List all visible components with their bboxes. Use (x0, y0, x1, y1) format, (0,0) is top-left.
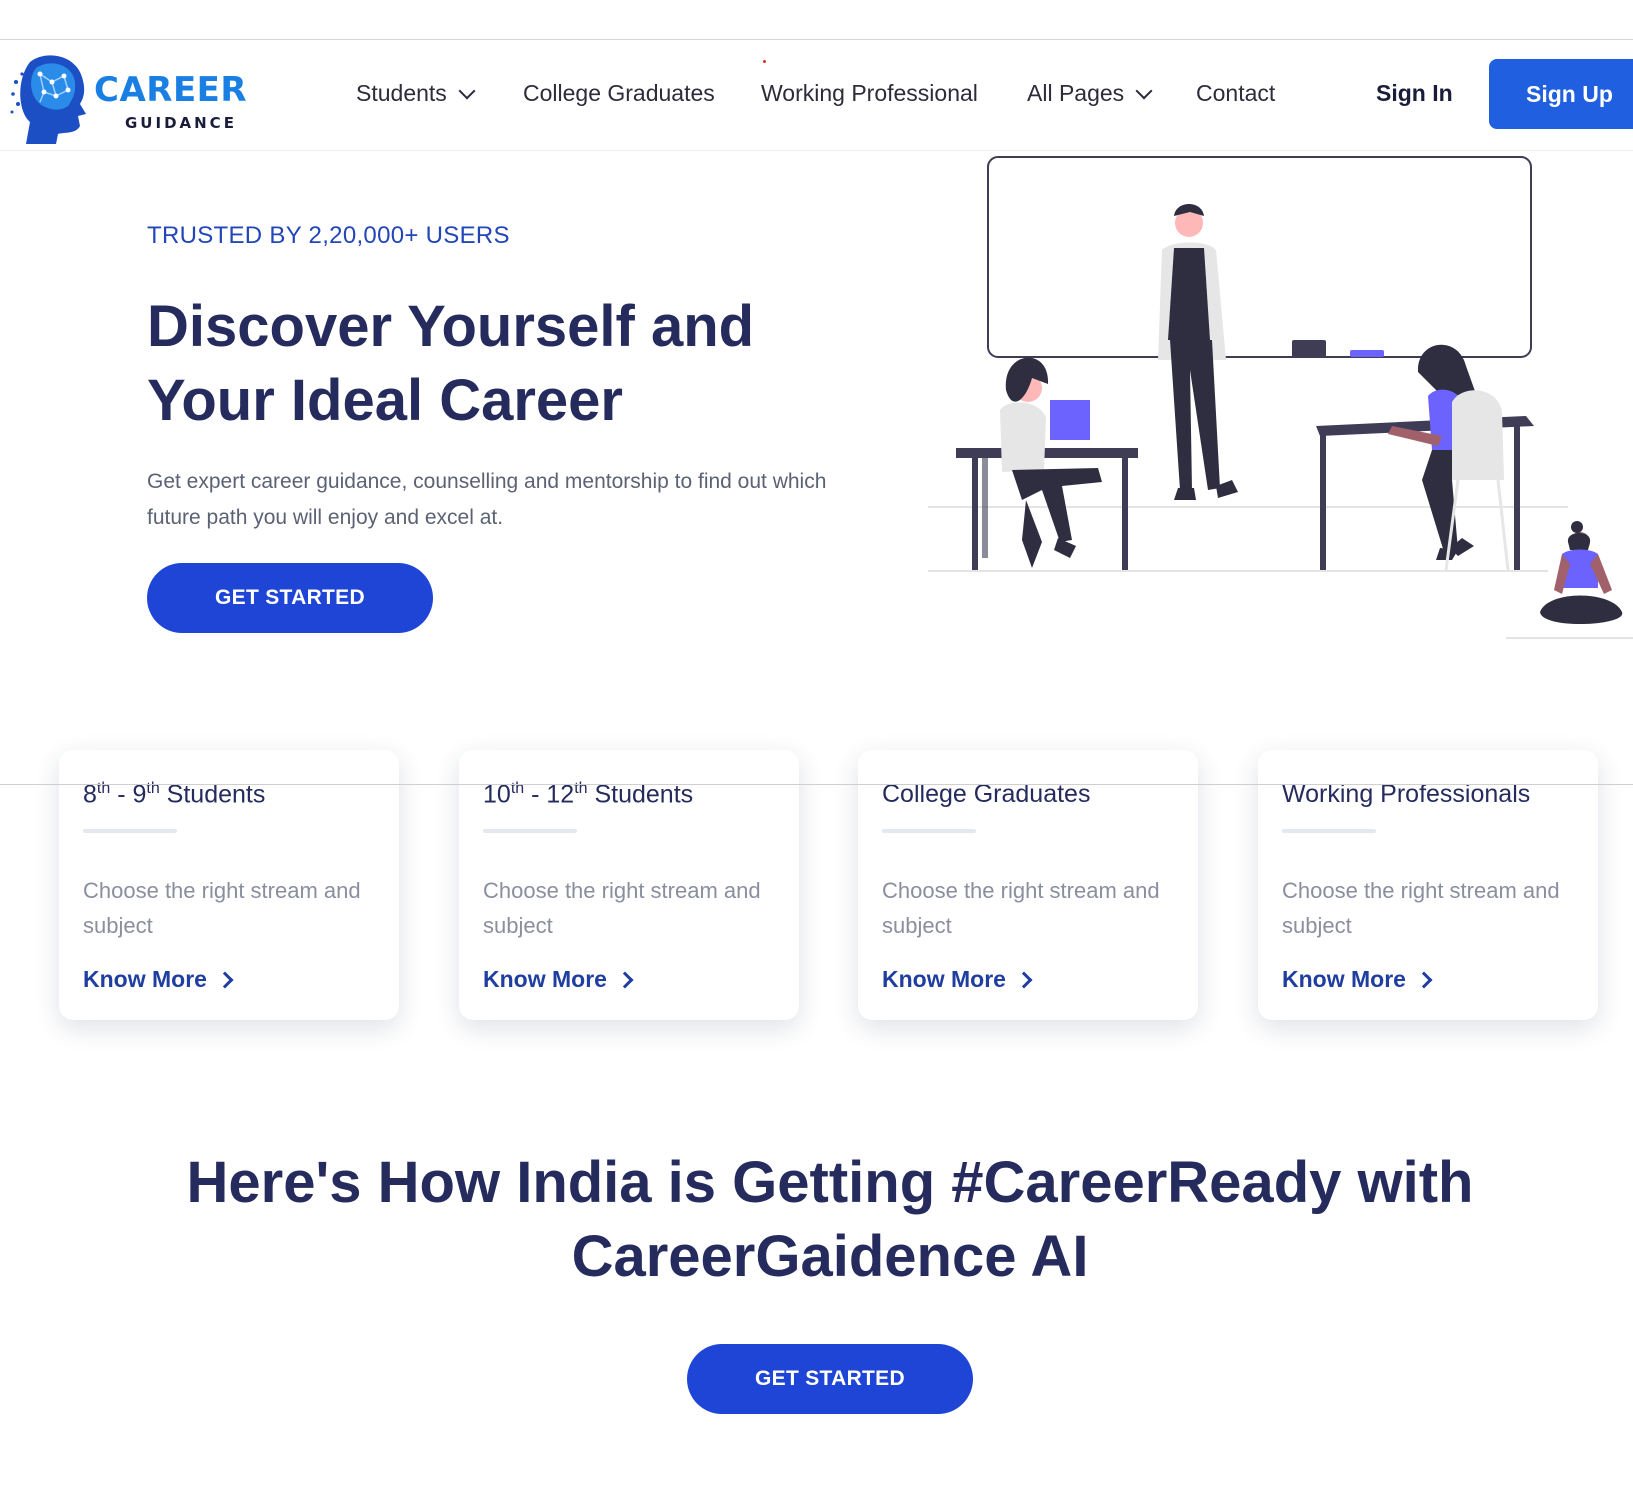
guide-line (0, 784, 1633, 785)
know-more-link[interactable]: Know More (83, 966, 234, 993)
nav-working-professional[interactable]: Working Professional (761, 80, 978, 107)
nav-contact[interactable]: Contact (1196, 80, 1275, 107)
section-title-line: Here's How India is Getting #CareerReady… (186, 1150, 1474, 1215)
card-text: Choose the right stream and subject (882, 878, 1160, 938)
chevron-right-icon (1415, 971, 1433, 988)
card-10th-12th-students: 10th - 12th Students Choose the right st… (459, 750, 799, 1020)
chevron-right-icon (1015, 971, 1033, 988)
chevron-down-icon (458, 82, 476, 99)
nav-college-graduates[interactable]: College Graduates (523, 80, 715, 107)
card-text: Choose the right stream and subject (483, 878, 761, 939)
classroom-illustration (928, 156, 1633, 639)
section-get-started-button[interactable]: GET STARTED (687, 1344, 973, 1414)
chevron-right-icon (616, 971, 634, 988)
chevron-right-icon (216, 971, 234, 988)
know-more-link[interactable]: Know More (882, 966, 1033, 993)
hero-title-line: Your Ideal Career (147, 368, 624, 433)
card-working-professionals: Working Professionals Choose the right s… (1258, 750, 1598, 1020)
nav-label: Contact (1196, 80, 1276, 106)
nav-label: All Pages (1027, 80, 1125, 106)
sign-in-link[interactable]: Sign In (1376, 80, 1453, 107)
card-college-graduates: College Graduates Choose the right strea… (858, 750, 1198, 1020)
nav-label: College Graduates (523, 80, 715, 106)
decorative-dot (763, 60, 766, 63)
hero-title: Discover Yourself and Your Ideal Career (147, 290, 867, 438)
know-more-link[interactable]: Know More (483, 966, 634, 993)
card-divider (483, 829, 577, 834)
hero-get-started-button[interactable]: GET STARTED (147, 563, 433, 633)
chevron-down-icon (1135, 82, 1153, 99)
nav-all-pages[interactable]: All Pages (1027, 80, 1153, 107)
nav-label: Working Professional (761, 80, 978, 106)
nav-label: Students (356, 80, 447, 106)
trusted-badge: TRUSTED BY 2,20,000+ USERS (147, 222, 510, 249)
section-title-line: CareerGaidence AI (571, 1224, 1089, 1289)
know-more-link[interactable]: Know More (1282, 966, 1433, 993)
card-divider (882, 829, 976, 833)
section-title: Here's How India is Getting #CareerReady… (100, 1146, 1560, 1294)
hero-title-line: Discover Yourself and (147, 294, 755, 359)
sign-up-button[interactable]: Sign Up (1489, 59, 1633, 129)
card-divider (1282, 829, 1376, 833)
card-text: Choose the right stream and subject (1282, 878, 1560, 938)
card-8th-9th-students: 8th - 9th Students Choose the right stre… (59, 750, 399, 1020)
card-text: Choose the right stream and subject (83, 878, 361, 939)
nav-students[interactable]: Students (356, 80, 476, 107)
card-divider (83, 829, 177, 834)
hero-description: Get expert career guidance, counselling … (147, 470, 827, 529)
